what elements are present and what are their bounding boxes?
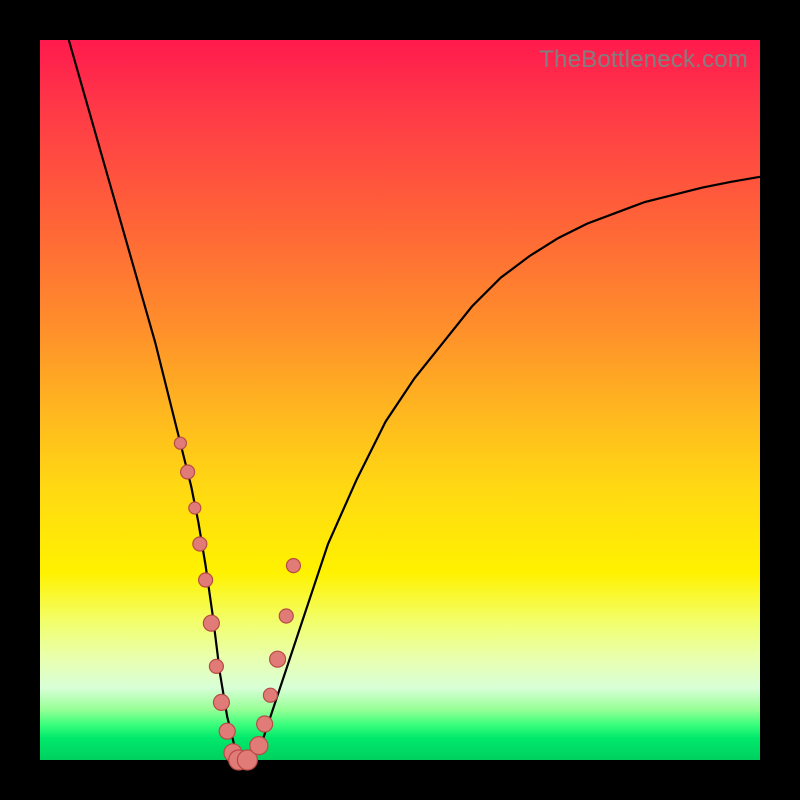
chart-plot-area: TheBottleneck.com [40,40,760,760]
bottleneck-curve-svg [40,40,760,760]
highlight-dot [286,559,300,573]
highlight-dot [279,609,293,623]
highlight-dot [181,465,195,479]
highlight-dot [199,573,213,587]
highlight-dot [213,694,229,710]
highlight-dot [270,651,286,667]
highlight-dot [250,737,268,755]
highlight-dot [189,502,201,514]
highlight-dot [193,537,207,551]
highlight-dot [219,723,235,739]
bottleneck-curve-path [69,40,760,760]
highlight-dot [257,716,273,732]
highlight-dot [174,437,186,449]
highlight-dot [263,688,277,702]
highlighted-dots-group [174,437,300,770]
highlight-dot [203,615,219,631]
highlight-dot [209,659,223,673]
chart-frame: TheBottleneck.com [0,0,800,800]
